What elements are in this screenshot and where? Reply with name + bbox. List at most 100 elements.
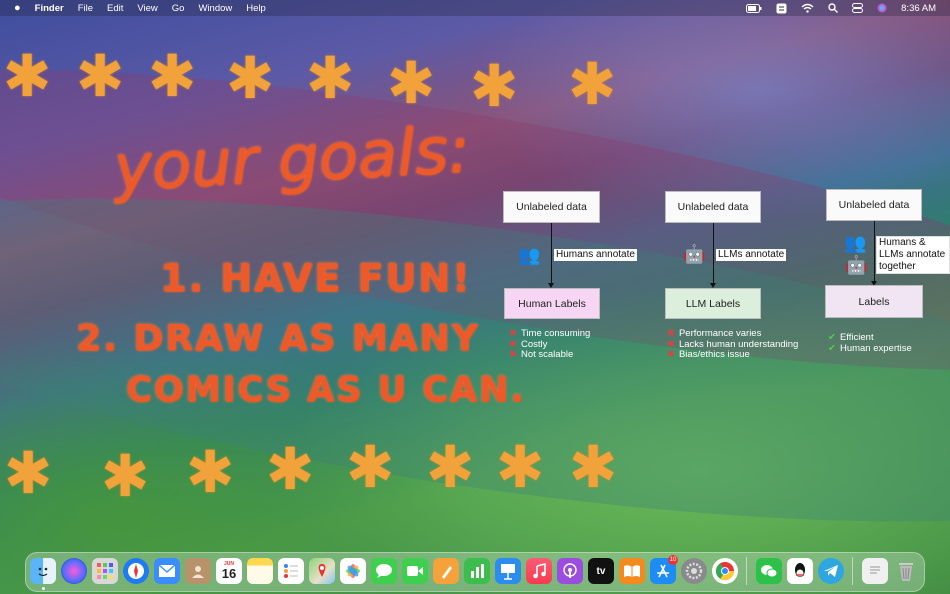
cross-icon: ✖ xyxy=(667,328,675,339)
cross-icon: ✖ xyxy=(509,328,517,339)
apple-menu-icon[interactable]: ● xyxy=(14,2,21,14)
chrome-icon[interactable] xyxy=(712,558,738,584)
numbers-icon[interactable] xyxy=(464,558,490,584)
star-doodle: ✱ xyxy=(147,44,197,109)
menu-help[interactable]: Help xyxy=(246,3,266,14)
human-labels-box: Human Labels xyxy=(504,288,600,319)
note-text: Efficient xyxy=(839,332,874,343)
podcasts-icon[interactable] xyxy=(557,558,583,584)
star-doodle: ✱ xyxy=(265,437,315,502)
dock-separator xyxy=(852,557,853,585)
annotate-line: Humans & xyxy=(879,237,926,248)
robot-icon: 🤖 xyxy=(845,255,868,275)
reminders-icon[interactable] xyxy=(278,558,304,584)
goal-one: 1. HAVE FUN! xyxy=(160,256,472,300)
note-text: Bias/ethics issue xyxy=(678,349,750,360)
robot-icon: 🤖 xyxy=(683,244,706,264)
humans-icon: 👥 xyxy=(844,233,867,253)
human-labels-notes: ✖ Time consuming ✖ Costly ✖ Not scalable xyxy=(509,328,591,361)
photos-icon[interactable] xyxy=(340,558,366,584)
flow-arrow xyxy=(874,221,875,281)
menu-clock[interactable]: 8:36 AM xyxy=(901,3,936,14)
trash-icon[interactable] xyxy=(893,558,919,584)
cross-icon: ✖ xyxy=(509,349,517,360)
note-row: ✔ Human expertise xyxy=(828,342,912,355)
calendar-icon[interactable]: JUN 16 xyxy=(216,558,242,584)
annotate-line: LLMs annotate xyxy=(879,249,946,260)
control-center-icon[interactable] xyxy=(852,3,864,13)
siri-icon[interactable] xyxy=(61,558,87,584)
annotate-label: Humans & LLMs annotate together xyxy=(876,236,950,274)
star-doodle: ✱ xyxy=(567,52,617,117)
finder-icon[interactable] xyxy=(30,558,56,584)
launchpad-icon[interactable] xyxy=(92,558,118,584)
flow-arrow xyxy=(713,223,714,283)
star-doodle: ✱ xyxy=(495,435,545,500)
qq-icon[interactable] xyxy=(787,558,813,584)
flow-arrow xyxy=(551,223,552,283)
note-row: ✖ Not scalable xyxy=(509,349,590,361)
llm-labels-box: LLM Labels xyxy=(665,288,761,319)
safari-icon[interactable] xyxy=(123,558,149,584)
facetime-icon[interactable] xyxy=(402,558,428,584)
wechat-icon[interactable] xyxy=(756,558,782,584)
star-doodle: ✱ xyxy=(100,444,150,509)
goal-two-line1: 2. DRAW AS MANY xyxy=(76,318,480,359)
unlabeled-data-box: Unlabeled data xyxy=(826,189,922,221)
music-icon[interactable] xyxy=(526,558,552,584)
note-text: Not scalable xyxy=(520,349,574,360)
menu-edit[interactable]: Edit xyxy=(107,3,123,14)
telegram-icon[interactable] xyxy=(818,558,844,584)
cross-icon: ✖ xyxy=(667,338,675,350)
menu-app-name[interactable]: Finder xyxy=(35,3,64,14)
unlabeled-data-box: Unlabeled data xyxy=(503,191,600,223)
labels-notes: ✔ Efficient ✔ Human expertise xyxy=(828,332,912,355)
menu-view[interactable]: View xyxy=(137,3,157,14)
appstore-badge: 10 xyxy=(668,555,678,565)
script-menu-icon[interactable] xyxy=(776,3,787,14)
goal-two-line2: COMICS AS U CAN. xyxy=(126,370,526,410)
star-doodle: ✱ xyxy=(2,44,52,109)
star-doodle: ✱ xyxy=(305,46,355,111)
star-doodle: ✱ xyxy=(386,51,436,116)
unlabeled-data-box: Unlabeled data xyxy=(665,191,761,223)
menu-file[interactable]: File xyxy=(78,3,93,14)
star-doodle: ✱ xyxy=(185,440,235,505)
note-text: Performance varies xyxy=(678,328,762,339)
note-row: ✖ Bias/ethics issue xyxy=(667,349,798,361)
note-text: Human expertise xyxy=(839,342,912,354)
siri-menu-icon[interactable] xyxy=(877,3,887,13)
menu-go[interactable]: Go xyxy=(172,3,185,14)
appletv-icon[interactable]: tv xyxy=(588,558,614,584)
star-doodle: ✱ xyxy=(425,435,475,500)
star-doodle: ✱ xyxy=(568,435,618,500)
star-doodle: ✱ xyxy=(345,435,395,500)
keynote-icon[interactable] xyxy=(495,558,521,584)
mail-icon[interactable] xyxy=(154,558,180,584)
star-doodle: ✱ xyxy=(75,44,125,109)
note-text: Lacks human understanding xyxy=(678,338,799,350)
annotate-label: LLMs annotate xyxy=(716,249,787,261)
labels-box: Labels xyxy=(825,285,923,318)
contacts-icon[interactable] xyxy=(185,558,211,584)
document-icon[interactable] xyxy=(862,558,888,584)
running-indicator xyxy=(42,587,45,590)
spotlight-search-icon[interactable] xyxy=(828,3,839,13)
menu-window[interactable]: Window xyxy=(198,3,232,14)
pages-icon[interactable] xyxy=(433,558,459,584)
system-settings-icon[interactable] xyxy=(681,558,707,584)
star-doodle: ✱ xyxy=(225,46,275,111)
notes-icon[interactable] xyxy=(247,558,273,584)
note-text: Time consuming xyxy=(520,328,591,339)
battery-icon[interactable] xyxy=(746,3,762,13)
books-icon[interactable] xyxy=(619,558,645,584)
messages-icon[interactable] xyxy=(371,558,397,584)
humans-icon: 👥 xyxy=(518,245,541,265)
dock-separator xyxy=(746,557,747,585)
wifi-icon[interactable] xyxy=(801,3,814,13)
maps-icon[interactable] xyxy=(309,558,335,584)
menu-bar: ● Finder File Edit View Go Window Help 8… xyxy=(0,0,950,16)
check-icon: ✔ xyxy=(828,332,836,343)
appletv-label: tv xyxy=(596,565,606,577)
cross-icon: ✖ xyxy=(509,338,517,350)
